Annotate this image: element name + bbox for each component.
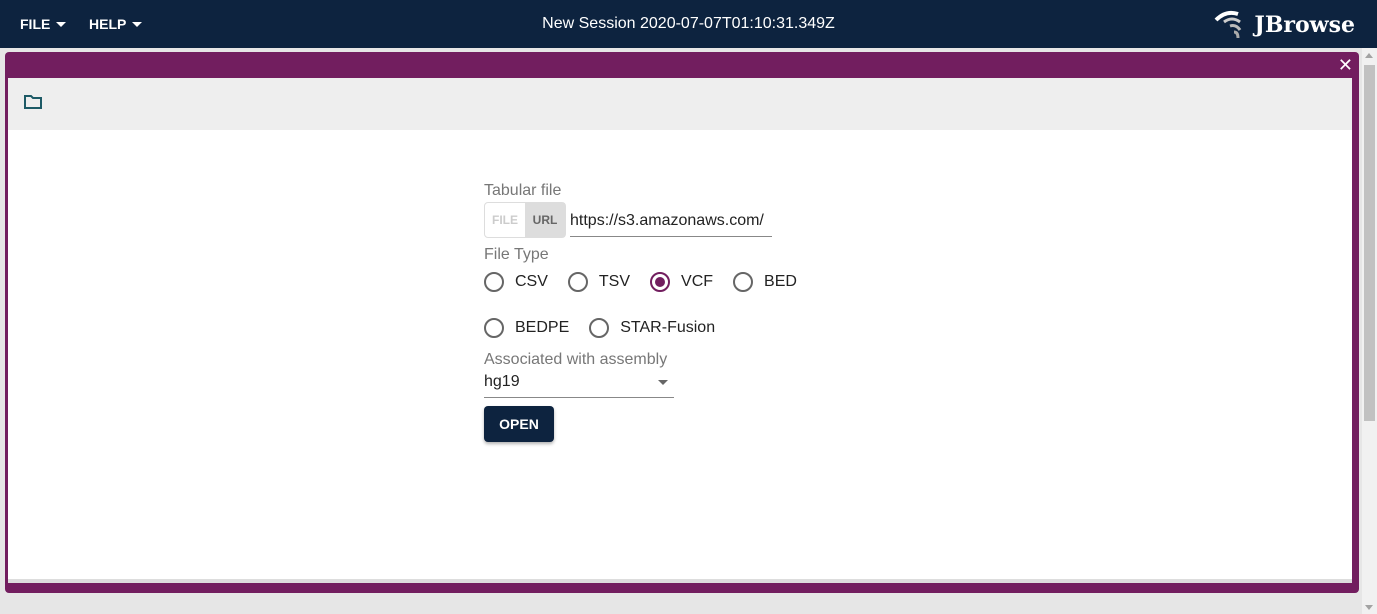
scroll-down-icon[interactable] — [1365, 605, 1373, 610]
radio-label: CSV — [515, 273, 548, 290]
dialog-body: Tabular file FILE URL https://s3.amazona… — [8, 130, 1352, 583]
open-button[interactable]: OPEN — [484, 406, 554, 442]
session-title: New Session 2020-07-07T01:10:31.349Z — [542, 15, 835, 32]
scroll-up-icon[interactable] — [1365, 53, 1373, 58]
scrollbar[interactable] — [1362, 48, 1377, 614]
radio-icon — [589, 318, 610, 338]
radio-label: TSV — [598, 273, 631, 290]
jbrowse-logo: JBrowse — [1214, 10, 1355, 40]
radio-label: BEDPE — [515, 319, 570, 336]
radio-label: STAR-Fusion — [620, 319, 716, 336]
radio-star-fusion[interactable]: STAR-Fusion — [589, 318, 715, 338]
radio-vcf[interactable]: VCF — [650, 272, 713, 292]
radio-bedpe[interactable]: BEDPE — [484, 318, 569, 338]
assembly-value: hg19 — [484, 373, 520, 390]
dropdown-arrow-icon — [658, 380, 668, 385]
folder-icon[interactable] — [24, 95, 42, 109]
radio-icon — [733, 272, 754, 292]
scrollbar-thumb[interactable] — [1364, 65, 1375, 421]
dialog-toolbar — [8, 78, 1352, 130]
file-type-label: File Type — [484, 246, 549, 263]
open-track-dialog: ✕ Tabular file FILE URL https://s3.amazo… — [5, 52, 1359, 593]
radio-tsv[interactable]: TSV — [567, 272, 631, 292]
close-icon[interactable]: ✕ — [1338, 55, 1353, 76]
add-track-form: Tabular file FILE URL https://s3.amazona… — [484, 182, 817, 442]
tabular-file-label: Tabular file — [484, 182, 562, 199]
radio-csv[interactable]: CSV — [484, 272, 548, 292]
radio-checked-icon — [650, 272, 671, 292]
app-bar: FILE HELP New Session 2020-07-07T01:10:3… — [0, 0, 1377, 48]
file-type-group: CSV TSV VCF BED — [484, 272, 817, 296]
radio-bed[interactable]: BED — [733, 272, 797, 292]
radio-icon — [484, 318, 504, 338]
jbrowse-logo-icon — [1214, 10, 1242, 39]
radio-icon — [484, 272, 504, 292]
assembly-label: Associated with assembly — [484, 351, 668, 368]
radio-label: BED — [764, 273, 797, 290]
file-toggle-button[interactable]: FILE — [485, 203, 525, 237]
url-toggle-button[interactable]: URL — [525, 203, 565, 237]
logo-text: JBrowse — [1254, 12, 1355, 38]
radio-label: VCF — [681, 273, 714, 290]
radio-icon — [567, 272, 588, 292]
file-url-toggle: FILE URL — [484, 202, 566, 238]
url-input[interactable]: https://s3.amazonaws.com/ — [570, 204, 772, 237]
assembly-select[interactable]: hg19 — [484, 369, 674, 398]
